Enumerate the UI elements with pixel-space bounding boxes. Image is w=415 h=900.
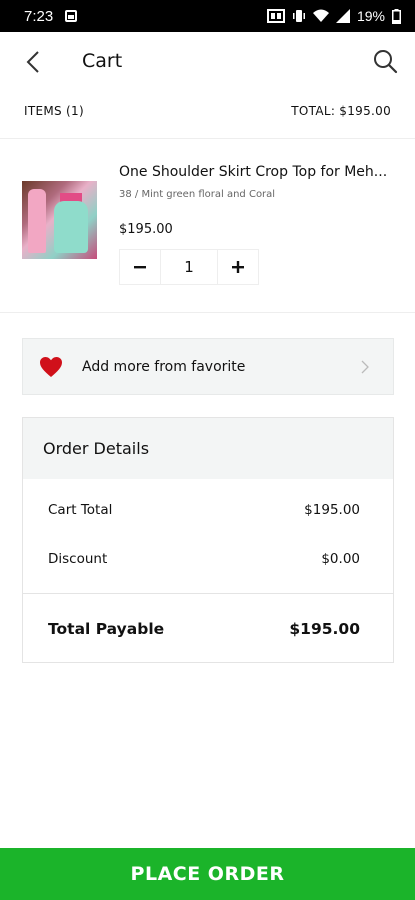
discount-line: Discount $0.00 [48,551,360,567]
nfc-icon [266,9,285,23]
total-payable-label: Total Payable [48,620,165,638]
add-from-favorite-label: Add more from favorite [82,358,246,375]
page-title: Cart [82,50,123,72]
cart-total-label: Cart Total [48,502,113,518]
status-bar: 7:23 19% [0,0,415,32]
signal-icon [335,9,350,23]
decrease-quantity-button[interactable] [120,250,160,284]
product-variant: 38 / Mint green floral and Coral [119,189,276,200]
divider [23,593,393,594]
discount-label: Discount [48,551,108,567]
cart-summary: ITEMS (1) TOTAL: $195.00 [24,104,391,128]
minus-icon [134,266,146,269]
back-button[interactable] [20,48,48,76]
vibrate-icon [292,10,305,22]
discount-value: $0.00 [321,551,360,567]
place-order-button[interactable]: PLACE ORDER [0,848,415,900]
gallery-notification-icon [65,10,78,22]
quantity-value: 1 [160,250,218,284]
total-payable-value: $195.00 [289,620,360,638]
search-icon [374,50,398,74]
quantity-stepper: 1 [119,249,259,285]
divider [0,138,415,139]
product-price: $195.00 [119,222,173,237]
total-payable-line: Total Payable $195.00 [48,620,360,638]
order-details-title: Order Details [23,418,393,479]
product-name[interactable]: One Shoulder Skirt Crop Top for Meh... [119,164,399,180]
wifi-icon [312,9,329,22]
app-bar: Cart [0,32,415,92]
chevron-right-icon [361,360,369,373]
chevron-left-icon [26,51,39,73]
increase-quantity-button[interactable] [218,250,258,284]
add-from-favorite-row[interactable]: Add more from favorite [22,338,394,395]
product-image[interactable] [22,181,97,259]
order-details-card: Order Details Cart Total $195.00 Discoun… [22,417,394,663]
items-count: ITEMS (1) [24,104,84,118]
status-time: 7:23 [24,7,54,25]
cart-total-header: TOTAL: $195.00 [291,104,391,118]
plus-icon [232,261,244,273]
cart-total-line: Cart Total $195.00 [48,502,360,518]
divider [0,312,415,313]
cart-total-value: $195.00 [304,502,360,518]
battery-percent: 19% [356,8,385,24]
battery-icon [392,8,401,24]
search-button[interactable] [371,47,399,75]
heart-icon [40,356,62,377]
